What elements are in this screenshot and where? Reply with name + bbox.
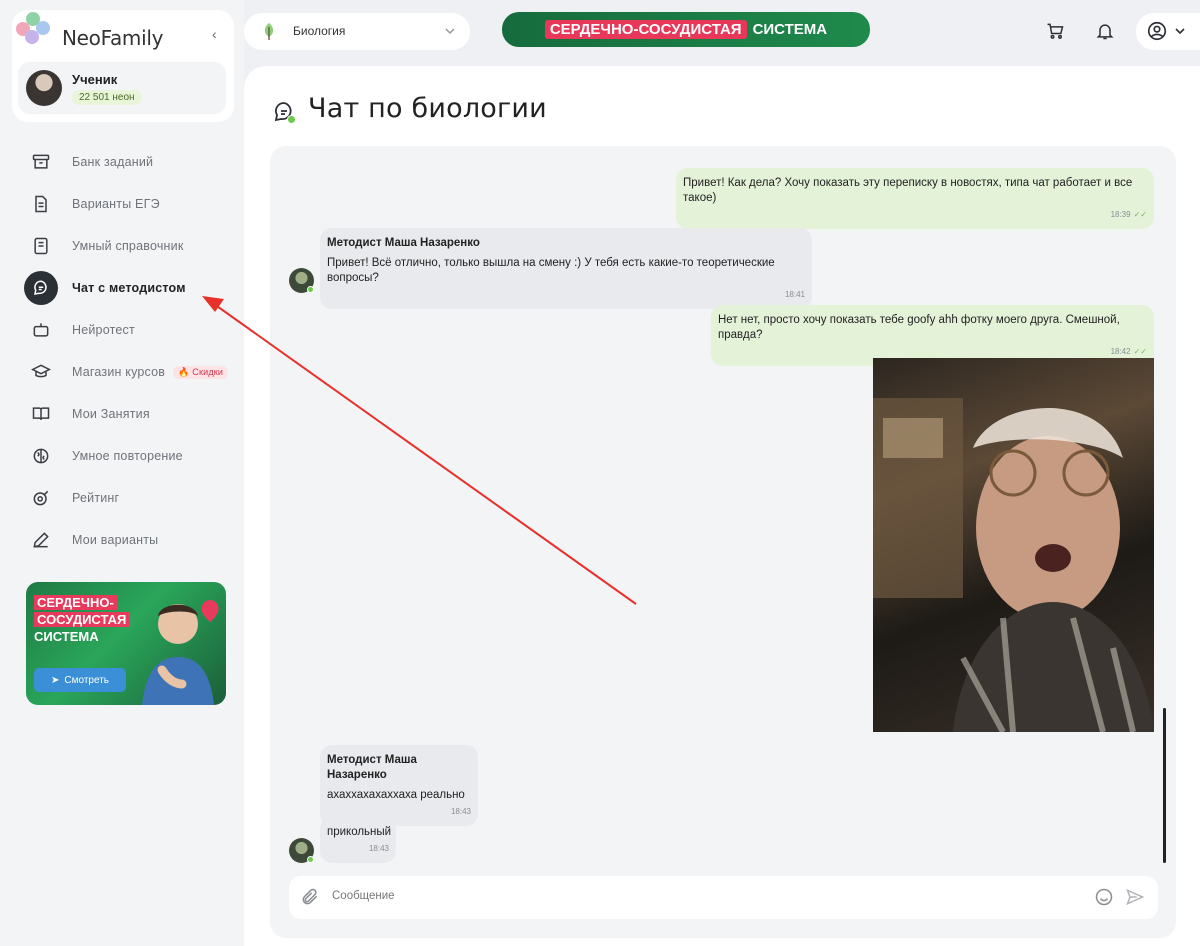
sidebar-item-label: Мои варианты bbox=[72, 533, 159, 547]
promo-title: СЕРДЕЧНО- СОСУДИСТАЯ СИСТЕМА bbox=[34, 594, 130, 645]
sidebar-item-smart-guide[interactable]: Умный справочник bbox=[24, 229, 234, 263]
message-input[interactable]: Сообщение bbox=[332, 890, 395, 902]
sidebar-item-label: Рейтинг bbox=[72, 491, 120, 505]
message-text: Привет! Всё отлично, только вышла на сме… bbox=[327, 257, 775, 284]
chevron-down-icon bbox=[445, 28, 455, 35]
message-text: ахаххахахаххаха реально bbox=[327, 789, 465, 801]
message-time: 18:39 ✓✓ bbox=[1110, 210, 1147, 219]
send-icon[interactable] bbox=[1125, 887, 1145, 912]
neofamily-logo[interactable] bbox=[16, 12, 56, 52]
user-avatar bbox=[26, 70, 62, 106]
message-time: 18:43 bbox=[368, 844, 389, 853]
sidebar-item-methodist-chat[interactable]: Чат с методистом bbox=[24, 271, 234, 305]
chat-scrollbar[interactable] bbox=[1163, 708, 1166, 863]
telegram-icon: ➤ bbox=[51, 674, 60, 686]
sidebar-item-label: Умное повторение bbox=[72, 449, 183, 463]
archive-icon bbox=[24, 145, 58, 179]
target-icon bbox=[24, 481, 58, 515]
sale-badge: 🔥 Скидки bbox=[173, 365, 229, 379]
chat-icon bbox=[24, 271, 58, 305]
sidebar-item-label: Нейротест bbox=[72, 323, 135, 337]
incoming-message[interactable]: Методист Маша Назаренко Привет! Всё отли… bbox=[320, 228, 812, 309]
sidebar-item-course-shop[interactable]: Магазин курсов 🔥 Скидки bbox=[24, 355, 234, 389]
sidebar-item-label: Чат с методистом bbox=[72, 281, 186, 295]
sidebar-item-label: Мои Занятия bbox=[72, 407, 150, 421]
sidebar-item-neurotest[interactable]: Нейротест bbox=[24, 313, 234, 347]
brain-icon bbox=[24, 439, 58, 473]
message-text: Привет! Как дела? Хочу показать эту пере… bbox=[683, 177, 1133, 204]
message-time: 18:41 bbox=[784, 290, 805, 299]
sidebar-item-label: Варианты ЕГЭ bbox=[72, 197, 160, 211]
sidebar-item-label: Умный справочник bbox=[72, 239, 184, 253]
sidebar-item-my-variants[interactable]: Мои варианты bbox=[24, 523, 234, 557]
robot-icon bbox=[24, 313, 58, 347]
leaf-icon bbox=[264, 23, 274, 40]
user-role: Ученик bbox=[72, 72, 118, 87]
incoming-message[interactable]: Методист Маша Назаренко ахаххахахаххаха … bbox=[320, 745, 478, 826]
message-composer[interactable] bbox=[289, 876, 1158, 919]
double-check-icon: ✓✓ bbox=[1133, 210, 1147, 219]
sidebar-item-label: Банк заданий bbox=[72, 155, 154, 169]
message-sender: Методист Маша Назаренко bbox=[327, 754, 417, 781]
promo-banner[interactable]: СЕРДЕЧНО- СОСУДИСТАЯ СИСТЕМА ➤ Смотреть bbox=[26, 582, 226, 705]
pencil-icon bbox=[24, 523, 58, 557]
cart-icon[interactable] bbox=[1044, 20, 1066, 42]
message-text: прикольный bbox=[327, 826, 392, 838]
photo-image bbox=[873, 398, 1154, 732]
collapse-sidebar-icon[interactable]: ‹ bbox=[212, 26, 217, 42]
open-book-icon bbox=[24, 397, 58, 431]
sidebar-item-smart-repetition[interactable]: Умное повторение bbox=[24, 439, 234, 473]
online-indicator bbox=[307, 286, 314, 293]
document-icon bbox=[24, 187, 58, 221]
sidebar bbox=[0, 0, 244, 946]
graduation-cap-icon bbox=[24, 355, 58, 389]
book-icon bbox=[24, 229, 58, 263]
emoji-icon[interactable] bbox=[1094, 887, 1114, 912]
sidebar-item-label: Магазин курсов bbox=[72, 365, 166, 379]
sidebar-item-task-bank[interactable]: Банк заданий bbox=[24, 145, 234, 179]
message-time: 18:42 ✓✓ bbox=[1110, 347, 1147, 356]
topic-banner[interactable]: СЕРДЕЧНО-СОСУДИСТАЯ СИСТЕМА bbox=[502, 12, 870, 47]
message-text: Нет нет, просто хочу показать тебе goofy… bbox=[718, 314, 1120, 341]
sidebar-item-ege-variants[interactable]: Варианты ЕГЭ bbox=[24, 187, 234, 221]
photo-attachment[interactable] bbox=[873, 358, 1154, 732]
brand-name: NeoFamily bbox=[62, 26, 164, 50]
sidebar-item-rating[interactable]: Рейтинг bbox=[24, 481, 234, 515]
outgoing-message[interactable]: Нет нет, просто хочу показать тебе goofy… bbox=[711, 305, 1154, 366]
neon-balance-badge: 22 501 неон bbox=[72, 90, 142, 105]
bell-icon[interactable] bbox=[1094, 20, 1116, 42]
subject-label: Биология bbox=[293, 24, 346, 38]
promo-watch-button[interactable]: ➤ Смотреть bbox=[34, 668, 126, 692]
online-indicator bbox=[307, 856, 314, 863]
chevron-down-icon bbox=[1175, 28, 1185, 35]
message-sender: Методист Маша Назаренко bbox=[327, 237, 480, 249]
promo-presenter-image bbox=[142, 600, 219, 705]
outgoing-message[interactable]: Привет! Как дела? Хочу показать эту пере… bbox=[676, 168, 1154, 229]
paperclip-icon[interactable] bbox=[300, 887, 320, 912]
incoming-message[interactable]: прикольный 18:43 bbox=[320, 817, 396, 863]
profile-icon bbox=[1146, 20, 1168, 42]
double-check-icon: ✓✓ bbox=[1133, 347, 1147, 356]
page-title: Чат по биологии bbox=[308, 93, 547, 124]
sidebar-item-my-lessons[interactable]: Мои Занятия bbox=[24, 397, 234, 431]
chat-title-icon bbox=[272, 100, 296, 129]
